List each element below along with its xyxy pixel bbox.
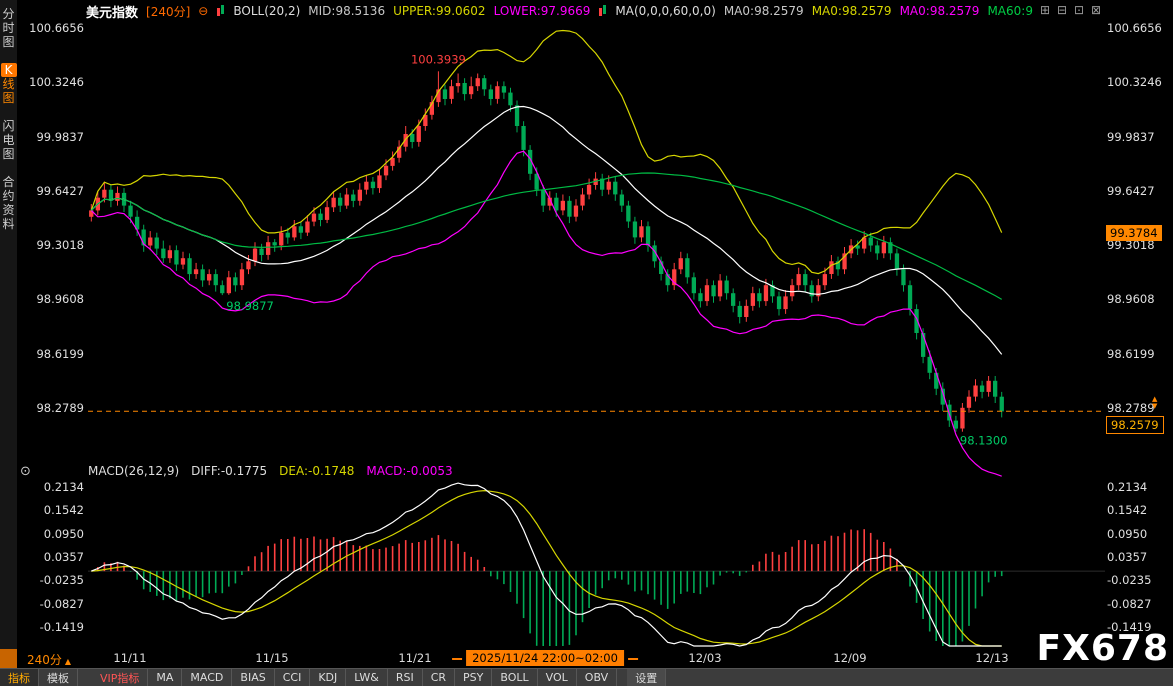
toolbar-item-settings[interactable]: 设置 bbox=[627, 669, 666, 686]
time-label: 11/11 bbox=[113, 651, 146, 665]
toolbar-item-kdj[interactable]: KDJ bbox=[310, 669, 346, 686]
boll-label: BOLL(20,2) bbox=[233, 4, 300, 18]
chart-header: 美元指数 [240分] ⊖ BOLL(20,2) MID:98.5136 UPP… bbox=[86, 0, 1033, 22]
ma1-value: MA0:98.2579 bbox=[724, 4, 804, 18]
layout-grid-icon[interactable]: ⊞ bbox=[1038, 3, 1052, 17]
macd-macd-value: MACD:-0.0053 bbox=[366, 464, 452, 478]
ma2-value: MA0:98.2579 bbox=[812, 4, 892, 18]
period-selector[interactable]: 240分▲ bbox=[27, 651, 71, 668]
sidebar: 分时图K线图闪电图合约资料 bbox=[0, 0, 17, 649]
toolbar-item-rsi[interactable]: RSI bbox=[388, 669, 423, 686]
up-triangle-icon: ▲ bbox=[65, 657, 71, 666]
time-axis: 240分▲ 2025/11/24 22:00~02:00 11/11 11/15 1… bbox=[17, 648, 1173, 668]
sidebar-item-time-chart[interactable]: 分时图 bbox=[0, 0, 17, 56]
trading-app: 100.3939 98.9877 98.1300 美元指数 [240分] ⊖ BOL… bbox=[0, 0, 1173, 685]
toolbar-item-boll[interactable]: BOLL bbox=[492, 669, 537, 686]
toolbar-item-templates[interactable]: 模板 bbox=[39, 669, 78, 686]
window-controls: ⊞⊟⊡⊠ bbox=[1038, 3, 1103, 17]
indicator-cycle-icon[interactable]: ⊙ bbox=[20, 464, 31, 479]
price-step-arrows[interactable]: ▲ ▼ bbox=[1152, 396, 1157, 410]
svg-text:98.9877: 98.9877 bbox=[226, 299, 274, 313]
macd-header: MACD(26,12,9) DIFF:-0.1775 DEA:-0.1748 M… bbox=[88, 464, 453, 478]
sidebar-item-kline-chart[interactable]: K线图 bbox=[0, 56, 17, 112]
zoom-out-icon[interactable]: ⊖ bbox=[198, 4, 208, 18]
selected-time-range: 2025/11/24 22:00~02:00 bbox=[466, 650, 624, 666]
toolbar-item-ma[interactable]: MA bbox=[148, 669, 182, 686]
time-label: 12/09 bbox=[833, 651, 866, 665]
toolbar-item-lwr[interactable]: LW& bbox=[346, 669, 388, 686]
layout-horizontal-split-icon[interactable]: ⊟ bbox=[1055, 3, 1069, 17]
sidebar-collapse-button[interactable] bbox=[0, 649, 17, 668]
boll-lower-value: LOWER:97.9669 bbox=[494, 4, 591, 18]
candlestick-chart-canvas[interactable]: 100.3939 98.9877 98.1300 bbox=[0, 0, 1173, 685]
macd-label: MACD(26,12,9) bbox=[88, 464, 179, 478]
boll-upper-value: UPPER:99.0602 bbox=[393, 4, 485, 18]
toolbar-item-obv[interactable]: OBV bbox=[577, 669, 617, 686]
ma-indicator-icon bbox=[598, 5, 607, 17]
price-marker-badge: 99.3784 bbox=[1106, 225, 1162, 241]
boll-mid-value: MID:98.5136 bbox=[308, 4, 385, 18]
macd-diff-value: DIFF:-0.1775 bbox=[191, 464, 267, 478]
toolbar-item-vip-indicators[interactable]: VIP指标 bbox=[92, 669, 148, 686]
toolbar-item-vol[interactable]: VOL bbox=[538, 669, 577, 686]
svg-text:100.3939: 100.3939 bbox=[411, 52, 466, 66]
toolbar-item-indicators[interactable]: 指标 bbox=[0, 669, 39, 686]
toolbar-item-cci[interactable]: CCI bbox=[275, 669, 311, 686]
toolbar-item-psy[interactable]: PSY bbox=[455, 669, 492, 686]
toolbar-item-macd[interactable]: MACD bbox=[182, 669, 232, 686]
svg-text:98.1300: 98.1300 bbox=[960, 434, 1008, 448]
ma-label: MA(0,0,0,60,0,0) bbox=[615, 4, 715, 18]
last-price-badge: 98.2579 bbox=[1106, 416, 1164, 434]
period-tag: [240分] bbox=[146, 3, 190, 20]
layout-single-icon[interactable]: ⊡ bbox=[1072, 3, 1086, 17]
sidebar-item-flash-chart[interactable]: 闪电图 bbox=[0, 112, 17, 168]
symbol-name: 美元指数 bbox=[86, 2, 138, 21]
watermark: FX678 bbox=[1037, 628, 1170, 669]
macd-dea-value: DEA:-0.1748 bbox=[279, 464, 354, 478]
time-label: 12/13 bbox=[975, 651, 1008, 665]
time-label: 11/21 bbox=[398, 651, 431, 665]
toolbar-item-bias[interactable]: BIAS bbox=[232, 669, 274, 686]
sidebar-item-contract-info[interactable]: 合约资料 bbox=[0, 168, 17, 238]
indicator-toolbar: 指标模板 VIP指标MAMACDBIASCCIKDJLW&RSICRPSYBOLL… bbox=[0, 668, 1173, 686]
ma3-value: MA0:98.2579 bbox=[900, 4, 980, 18]
time-label: 11/15 bbox=[255, 651, 288, 665]
time-label: 12/03 bbox=[688, 651, 721, 665]
down-arrow-icon[interactable]: ▼ bbox=[1152, 403, 1157, 410]
layout-close-icon[interactable]: ⊠ bbox=[1089, 3, 1103, 17]
ma60-value: MA60:9 bbox=[987, 4, 1033, 18]
toolbar-item-cr[interactable]: CR bbox=[423, 669, 455, 686]
boll-indicator-icon bbox=[216, 5, 225, 17]
